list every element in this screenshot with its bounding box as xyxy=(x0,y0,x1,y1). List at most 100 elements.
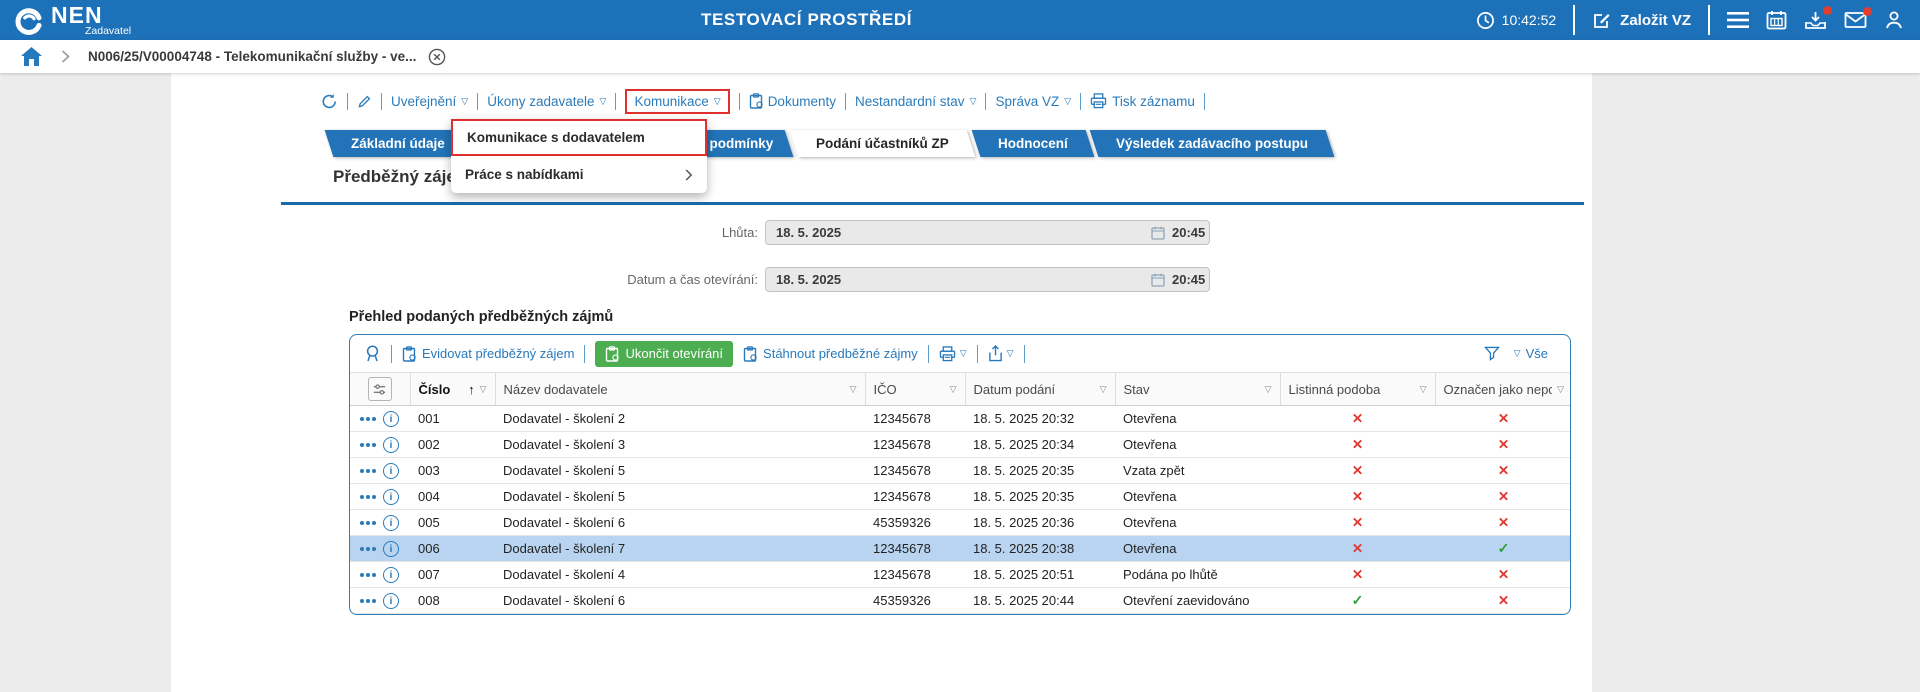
award-icon[interactable] xyxy=(364,344,381,363)
cross-icon: ✕ xyxy=(1351,566,1364,582)
row-info-icon[interactable]: i xyxy=(383,488,399,505)
not-submitted-mark: ✕ xyxy=(1435,587,1570,614)
refresh-icon[interactable] xyxy=(321,93,338,110)
table-toolbar-right: ▽ Vše xyxy=(1483,346,1556,361)
table-row[interactable]: i 006 Dodavatel - školení 7 12345678 18. 5. … xyxy=(350,535,1570,562)
dropdown-item-komunikace-s-dodavatelem[interactable]: Komunikace s dodavatelem xyxy=(451,119,707,156)
edit-icon[interactable] xyxy=(357,94,372,109)
chevron-down-icon: ▽ xyxy=(461,96,469,106)
row-info-icon[interactable]: i xyxy=(383,462,399,479)
row-actions-cell: i xyxy=(350,431,410,458)
row-menu-dots-icon[interactable] xyxy=(360,572,376,577)
row-menu-dots-icon[interactable] xyxy=(360,598,376,603)
nen-logo[interactable]: NEN Zadavatel xyxy=(14,3,132,37)
print-button[interactable]: ▽ xyxy=(939,345,967,362)
create-vz-button[interactable]: Založit VZ xyxy=(1592,10,1691,30)
lhuta-datetime-input[interactable]: 18. 5. 2025 20:45 xyxy=(765,220,1210,245)
evidovat-p-edb-n-z-jem-button[interactable]: Evidovat předběžný zájem xyxy=(402,345,575,362)
user-button[interactable] xyxy=(1884,10,1904,30)
oteviani-datetime-input[interactable]: 18. 5. 2025 20:45 xyxy=(765,267,1210,292)
home-icon xyxy=(21,47,42,66)
messages-button[interactable] xyxy=(1844,7,1872,29)
menu-button[interactable] xyxy=(1727,11,1749,29)
supplier-ico: 12345678 xyxy=(865,457,965,484)
record-menu-tisk-z-znamu[interactable]: Tisk záznamu xyxy=(1090,93,1195,109)
filter-funnel-button[interactable] xyxy=(1483,346,1500,361)
record-menu--kony-zadavatele[interactable]: Úkony zadavatele ▽ xyxy=(487,94,606,109)
column-header-control[interactable]: Stav ▽ xyxy=(1124,382,1272,397)
field-row-lhuta: Lhůta: 18. 5. 2025 20:45 xyxy=(171,220,1210,245)
record-menu-nestandardn-stav[interactable]: Nestandardní stav ▽ xyxy=(855,94,976,109)
paper-form-mark: ✓ xyxy=(1280,587,1435,614)
row-menu-dots-icon[interactable] xyxy=(360,520,376,525)
record-menu-komunikace[interactable]: Komunikace ▽ xyxy=(625,88,730,114)
paper-form-mark: ✕ xyxy=(1280,509,1435,536)
column-settings-cell xyxy=(350,372,410,406)
breadcrumb-item[interactable]: N006/25/V00004748 - Telekomunikační služ… xyxy=(88,49,416,64)
row-menu-dots-icon[interactable] xyxy=(360,494,376,499)
row-info-icon[interactable]: i xyxy=(383,592,399,609)
row-info-icon[interactable]: i xyxy=(383,514,399,531)
table-row[interactable]: i 004 Dodavatel - školení 5 12345678 18. 5. … xyxy=(350,483,1570,510)
row-info-icon[interactable]: i xyxy=(383,540,399,557)
menu-label: Komunikace xyxy=(634,93,709,109)
table-row[interactable]: i 003 Dodavatel - školení 5 12345678 18. 5. … xyxy=(350,457,1570,484)
column-header-control[interactable]: IČO ▽ xyxy=(874,382,957,397)
export-button[interactable]: ▽ xyxy=(988,345,1014,362)
lhuta-date-value[interactable]: 18. 5. 2025 xyxy=(766,225,1151,240)
row-info-icon[interactable]: i xyxy=(383,410,399,427)
column-header-control[interactable]: Listinná podoba ▽ xyxy=(1289,382,1427,397)
column-header-control[interactable]: Název dodavatele ▽ xyxy=(504,382,857,397)
tab-hodnocen-[interactable]: Hodnocení xyxy=(971,130,1094,157)
button-label: Evidovat předběžný zájem xyxy=(422,346,575,361)
breadcrumb: N006/25/V00004748 - Telekomunikační služ… xyxy=(0,40,1920,73)
lhuta-time-value[interactable]: 20:45 xyxy=(1172,225,1205,240)
toolbar-separator xyxy=(976,344,978,363)
column-header-control[interactable]: Číslo ↑ ▽ xyxy=(419,382,487,397)
messages-notification-dot xyxy=(1863,7,1872,16)
tab-z-kladn-daje[interactable]: Základní údaje xyxy=(324,130,472,157)
record-menu-dokumenty[interactable]: Dokumenty xyxy=(749,93,836,109)
table-row[interactable]: i 007 Dodavatel - školení 4 12345678 18. 5. … xyxy=(350,561,1570,588)
home-button[interactable] xyxy=(20,46,43,67)
column-header-control[interactable]: Datum podání ▽ xyxy=(974,382,1107,397)
check-icon: ✓ xyxy=(1351,592,1364,608)
row-menu-dots-icon[interactable] xyxy=(360,416,376,421)
dropdown-item-pr-ce-s-nab-dkami[interactable]: Práce s nabídkami xyxy=(451,156,707,193)
menu-label: Uveřejnění xyxy=(391,93,457,109)
filter-preset-dropdown[interactable]: ▽ Vše xyxy=(1514,346,1548,361)
tab-pod-n-astn-k-zp[interactable]: Podání účastníků ZP xyxy=(789,130,975,157)
oteviani-time-value[interactable]: 20:45 xyxy=(1172,272,1205,287)
row-menu-dots-icon[interactable] xyxy=(360,468,376,473)
row-number: 001 xyxy=(410,405,495,432)
menu-label: Tisk záznamu xyxy=(1112,93,1195,109)
table-row[interactable]: i 008 Dodavatel - školení 6 45359326 18. 5. … xyxy=(350,587,1570,614)
st-hnout-p-edb-n-z-jmy-button[interactable]: Stáhnout předběžné zájmy xyxy=(743,345,918,362)
cross-icon: ✕ xyxy=(1497,462,1510,478)
column-header-control[interactable]: Označen jako nepodaný ▽ xyxy=(1444,382,1565,397)
submissions-table: Číslo ↑ ▽ Název dodavatele ▽ IČO ▽ Datum podání… xyxy=(350,372,1570,614)
toolbar-separator xyxy=(615,92,617,110)
submission-datetime: 18. 5. 2025 20:51 xyxy=(965,561,1115,588)
menu-label: Nestandardní stav xyxy=(854,93,965,109)
row-menu-dots-icon[interactable] xyxy=(360,546,376,551)
filter-chevron-icon: ▽ xyxy=(1557,383,1564,394)
record-menu-uve-ejn-n-[interactable]: Uveřejnění ▽ xyxy=(391,94,468,109)
column-settings-button[interactable] xyxy=(367,377,392,401)
table-row[interactable]: i 001 Dodavatel - školení 2 12345678 18. 5. … xyxy=(350,405,1570,432)
oteviani-date-value[interactable]: 18. 5. 2025 xyxy=(766,272,1151,287)
close-record-button[interactable] xyxy=(428,48,446,66)
row-menu-dots-icon[interactable] xyxy=(360,442,376,447)
table-row[interactable]: i 005 Dodavatel - školení 6 45359326 18. 5. … xyxy=(350,509,1570,536)
row-info-icon[interactable]: i xyxy=(383,436,399,453)
ukon-it-otev-r-n--button[interactable]: Ukončit otevírání xyxy=(595,340,734,367)
tab-v-sledek-zad-vac-ho-postupu[interactable]: Výsledek zadávacího postupu xyxy=(1089,130,1335,157)
row-number: 005 xyxy=(410,509,495,536)
calendar-button[interactable] xyxy=(1766,10,1787,30)
logo-subtitle: Zadavatel xyxy=(85,24,132,37)
table-row[interactable]: i 002 Dodavatel - školení 3 12345678 18. 5. … xyxy=(350,431,1570,458)
row-info-icon[interactable]: i xyxy=(383,566,399,583)
supplier-ico: 12345678 xyxy=(865,535,965,562)
record-menu-spr-va-vz[interactable]: Správa VZ ▽ xyxy=(995,94,1071,109)
inbox-button[interactable] xyxy=(1804,6,1832,30)
